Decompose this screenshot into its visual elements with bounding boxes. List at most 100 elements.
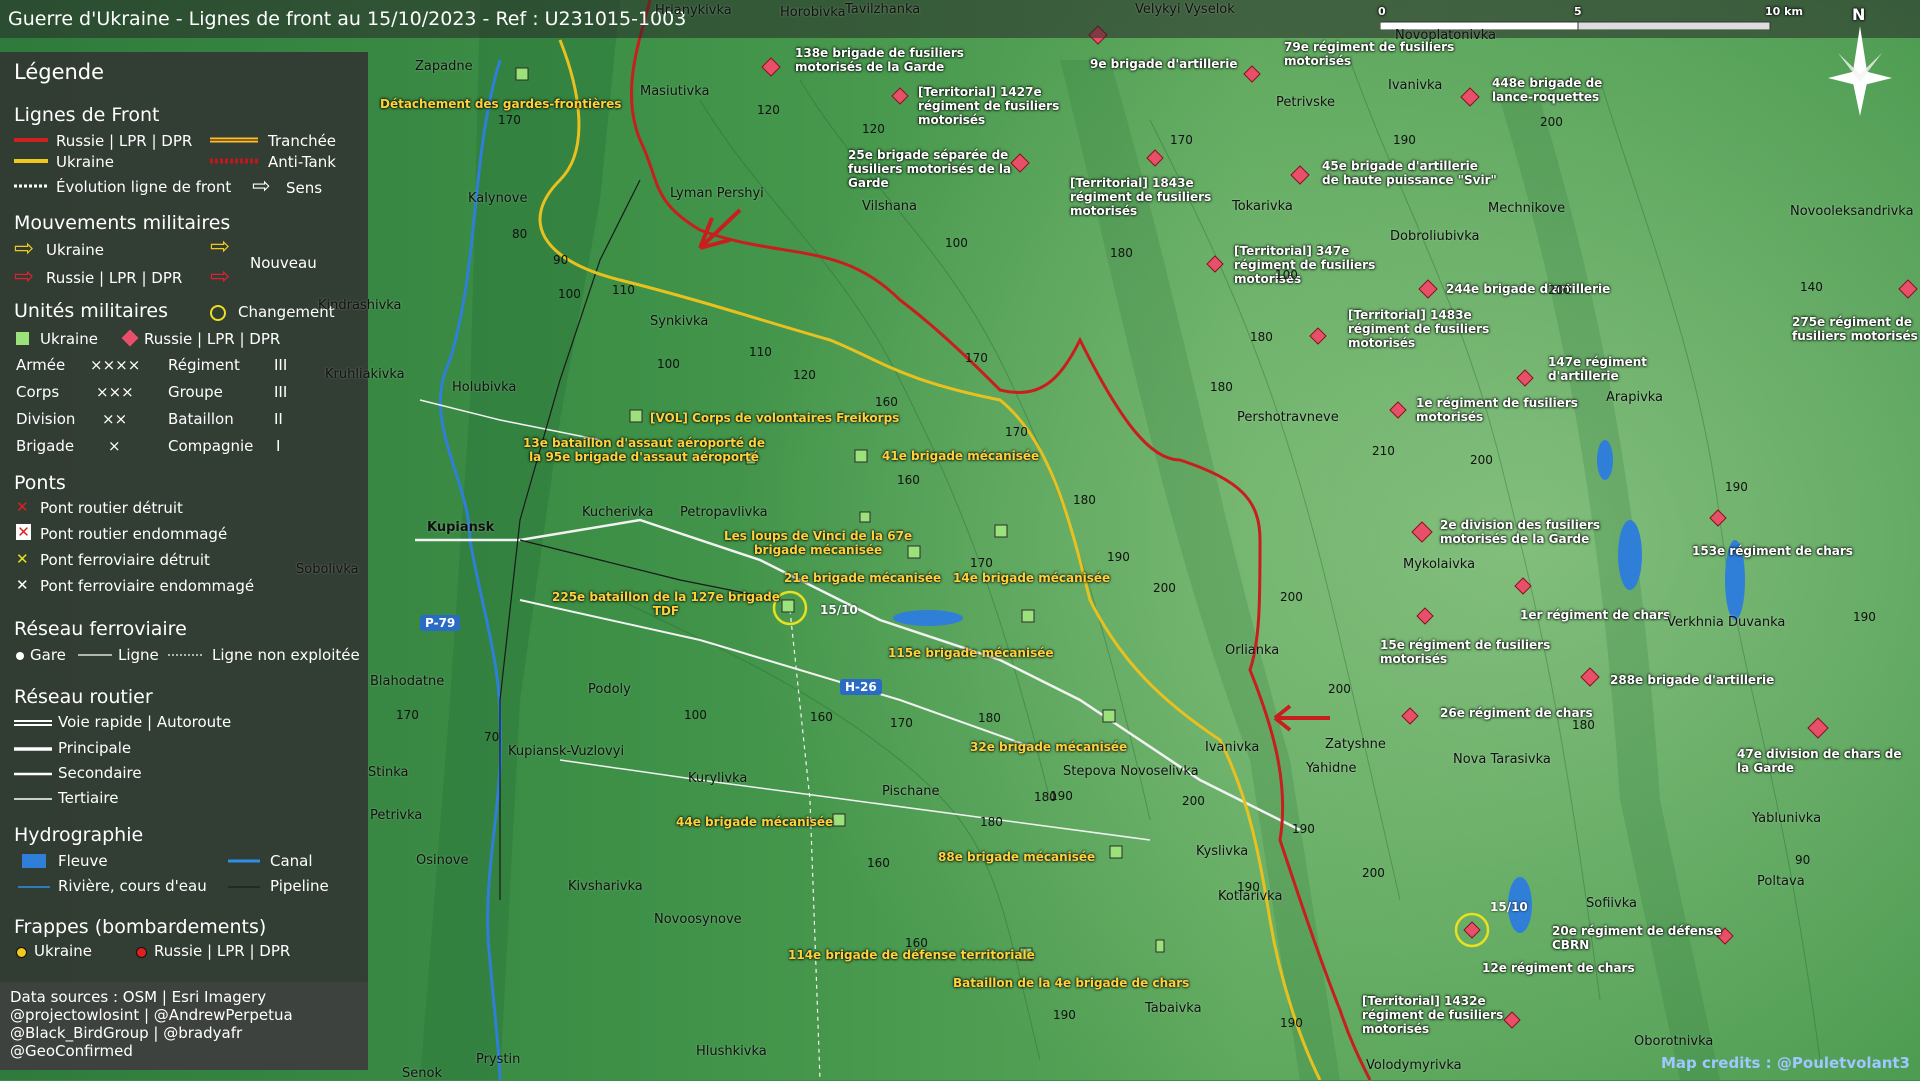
ru-unit-label[interactable]: 244e brigade d'artillerie [1446, 282, 1610, 296]
legend-road-tertiary [14, 795, 54, 803]
elevation-label: 100 [684, 708, 707, 722]
legend-unit-compagnie-symbol: I [276, 437, 280, 455]
place-label: Kurylivka [688, 771, 747, 786]
legend-change-icon [210, 305, 226, 321]
ru-unit-label[interactable]: 79e régiment de fusiliersmotorisés [1284, 40, 1454, 68]
place-label: Kruhliakivka [325, 367, 405, 382]
legend-unit-compagnie: Compagnie [168, 437, 253, 455]
ru-unit-label[interactable]: 2e division des fusiliersmotorisés de la… [1440, 518, 1600, 546]
legend-rail-nonexp: Ligne non exploitée [212, 646, 360, 664]
ru-unit-label[interactable]: 12e régiment de chars [1482, 961, 1635, 975]
elevation-label: 190 [1393, 133, 1416, 147]
ru-unit-label[interactable]: [Territorial] 1843erégiment de fusiliers… [1070, 176, 1211, 218]
legend-front-title: Lignes de Front [14, 104, 159, 126]
place-label: Vilshana [862, 199, 917, 214]
legend-hydro-riviere: Rivière, cours d'eau [58, 877, 207, 895]
elevation-label: 180 [1250, 330, 1273, 344]
scale-label-10: 10 km [1765, 5, 1803, 19]
ua-unit-label[interactable]: Bataillon de la 4e brigade de chars [953, 976, 1189, 990]
ru-unit-label[interactable]: 1e régiment de fusiliersmotorisés [1416, 396, 1578, 424]
ua-unit-label[interactable]: 14e brigade mécanisée [953, 571, 1110, 585]
ua-unit-label[interactable]: 44e brigade mécanisée [676, 815, 833, 829]
legend-ru-arrow-icon: ⇨ [14, 262, 34, 290]
ru-unit-label[interactable]: 47e division de chars dela Garde [1737, 747, 1902, 775]
elevation-label: 180 [1073, 493, 1096, 507]
legend-unit-groupe-symbol: III [274, 383, 287, 401]
legend-moves-title: Mouvements militaires [14, 212, 230, 234]
ua-unit-label[interactable]: 225e bataillon de la 127e brigadeTDF [552, 590, 780, 618]
legend-road-3: Tertiaire [58, 789, 118, 807]
place-label: Sofiivka [1586, 896, 1637, 911]
legend-strike-ua-icon [16, 947, 27, 958]
ru-unit-label[interactable]: [Territorial] 347erégiment de fusiliersm… [1234, 244, 1375, 286]
ru-unit-label[interactable]: 1er régiment de chars [1520, 608, 1670, 622]
ru-unit-label[interactable]: [Territorial] 1427erégiment de fusiliers… [918, 85, 1059, 127]
ua-unit-label[interactable]: 13e bataillon d'assaut aéroporté dela 95… [523, 436, 765, 464]
map-credit: Map credits : @Pouletvolant3 [1661, 1054, 1910, 1072]
elevation-label: 140 [1800, 280, 1823, 294]
ru-unit-label[interactable]: 288e brigade d'artillerie [1610, 673, 1774, 687]
ru-unit-label[interactable]: [Territorial] 1432erégiment de fusiliers… [1362, 994, 1503, 1036]
ru-unit-label[interactable]: 448e brigade delance-roquettes [1492, 76, 1602, 104]
legend-bridge-2: Pont ferroviaire détruit [40, 551, 210, 569]
place-label-kupiansk: Kupiansk [427, 520, 494, 535]
ru-unit-label[interactable]: 15e régiment de fusiliersmotorisés [1380, 638, 1550, 666]
legend-antitank-label: Anti-Tank [268, 153, 336, 171]
credit-line-0: Data sources : OSM | Esri Imagery [10, 988, 266, 1006]
elevation-label: 160 [867, 856, 890, 870]
place-label: Blahodatne [370, 674, 444, 689]
ua-unit-label[interactable]: 114e brigade de défense territoriale [788, 948, 1035, 962]
elevation-label: 100 [558, 287, 581, 301]
ua-unit-label[interactable]: 41e brigade mécanisée [882, 449, 1039, 463]
ua-unit-label[interactable]: [VOL] Corps de volontaires Freikorps [650, 411, 899, 425]
place-label: Kalynove [468, 191, 527, 206]
elevation-label: 170 [1005, 425, 1028, 439]
ua-unit-label[interactable]: 115e brigade mécanisée [888, 646, 1054, 660]
place-label: Hrianykivka [655, 3, 732, 18]
ru-unit-label[interactable]: 20e régiment de défenseCBRN [1552, 924, 1722, 952]
legend-unit-regiment-symbol: III [274, 356, 287, 374]
ru-unit-label[interactable]: 147e régimentd'artillerie [1548, 355, 1647, 383]
place-label: Holubivka [452, 380, 516, 395]
place-label: Orlianka [1225, 643, 1279, 658]
ru-unit-label[interactable]: [Territorial] 1483erégiment de fusiliers… [1348, 308, 1489, 350]
ru-unit-label[interactable]: 275e régiment defusiliers motorisés [1792, 315, 1918, 343]
legend-canal-line [228, 858, 262, 864]
ru-unit-label[interactable]: 45e brigade d'artilleriede haute puissan… [1322, 159, 1497, 187]
elevation-label: 170 [396, 708, 419, 722]
legend-front-ua: Ukraine [56, 153, 114, 171]
legend-road-0: Voie rapide | Autoroute [58, 713, 231, 731]
elevation-label: 160 [810, 710, 833, 724]
change-date: 15/10 [820, 603, 858, 617]
legend-unit-brigade-symbol: × [108, 437, 121, 455]
place-label: Petrivka [370, 808, 422, 823]
legend-ru-line [14, 134, 50, 146]
legend-title: Légende [14, 60, 104, 84]
place-label: Velykyi Vyselok [1135, 2, 1235, 17]
ru-unit-label[interactable]: 9e brigade d'artillerie [1090, 57, 1238, 71]
legend-ru-diamond-icon [122, 330, 139, 347]
ua-unit-label[interactable]: 21e brigade mécanisée [784, 571, 941, 585]
legend-ua-line [14, 155, 50, 167]
legend-road-main [14, 745, 54, 753]
legend-hydro-canal: Canal [270, 852, 313, 870]
bridge-road-destroyed-icon: ✕ [16, 498, 29, 516]
place-label: Dobroliubivka [1390, 229, 1480, 244]
legend-roads-title: Réseau routier [14, 686, 153, 708]
ru-unit-label[interactable]: 153e régiment de chars [1692, 544, 1853, 558]
place-label: Petrivske [1276, 95, 1335, 110]
ru-unit-label[interactable]: 25e brigade séparée defusiliers motorisé… [848, 148, 1011, 190]
ua-unit-label[interactable]: Les loups de Vinci de la 67ebrigade méca… [724, 529, 912, 557]
ua-unit-label[interactable]: 88e brigade mécanisée [938, 850, 1095, 864]
ru-unit-label[interactable]: 138e brigade de fusiliersmotorisés de la… [795, 46, 964, 74]
place-label: Kucherivka [582, 505, 653, 520]
ua-unit-label[interactable]: Détachement des gardes-frontières [380, 97, 621, 111]
place-label: Sobolivka [296, 562, 359, 577]
elevation-label: 120 [862, 122, 885, 136]
legend-front-ru: Russie | LPR | DPR [56, 132, 192, 150]
ru-unit-label[interactable]: 26e régiment de chars [1440, 706, 1593, 720]
ua-unit-label[interactable]: 32e brigade mécanisée [970, 740, 1127, 754]
elevation-label: 100 [657, 357, 680, 371]
elevation-label: 70 [484, 730, 499, 744]
legend-river-line [18, 884, 52, 890]
